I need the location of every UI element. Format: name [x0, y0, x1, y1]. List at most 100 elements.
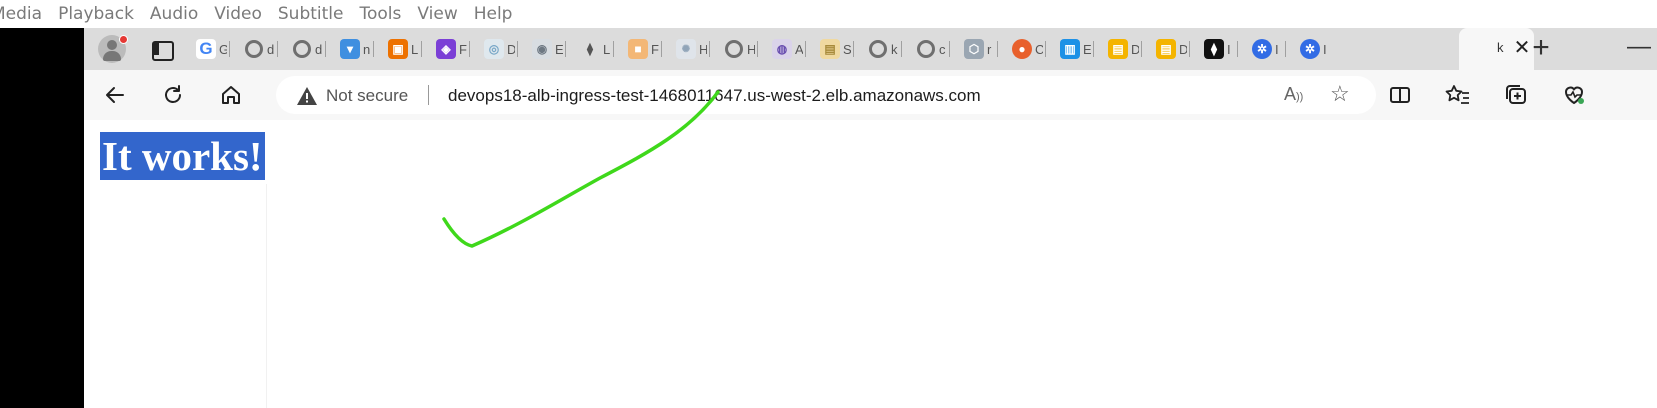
refresh-button[interactable] [156, 78, 190, 112]
github-icon [292, 39, 312, 59]
tab-terraform[interactable]: ⧫ L [580, 34, 614, 64]
tab-kubernetes[interactable]: ✲ I [1252, 34, 1286, 64]
notification-dot [119, 35, 128, 44]
tab-helm[interactable]: ✺ H [676, 34, 710, 64]
tab-github[interactable]: H [724, 34, 758, 64]
tab-title: c [939, 41, 946, 57]
browser-essentials-button[interactable] [1557, 78, 1591, 112]
tab-actions-icon[interactable] [150, 38, 174, 61]
web-page-content: It works! [84, 120, 1657, 408]
menu-help[interactable]: Help [474, 4, 513, 24]
tab-docker[interactable]: ▥ E [1060, 34, 1094, 64]
docs-icon: ▤ [820, 39, 840, 59]
github-icon [244, 39, 264, 59]
new-tab-button[interactable]: + [1525, 32, 1557, 64]
url-text[interactable]: devops18-alb-ingress-test-1468011647.us-… [448, 86, 981, 106]
tab-title: L [411, 41, 419, 57]
tab-github[interactable]: k [868, 34, 902, 64]
tab-package[interactable]: ■ F [628, 34, 662, 64]
tab-title: n [363, 41, 371, 57]
tab-title: k [891, 41, 898, 57]
tab-google[interactable]: G G [196, 34, 230, 64]
page-heading: It works! [100, 132, 265, 180]
menu-audio[interactable]: Audio [150, 4, 198, 24]
video-left-border [0, 28, 84, 408]
tab-hexagon[interactable]: ⬡ r [964, 34, 998, 64]
tab-title: H [699, 41, 707, 57]
cloud-icon: ◍ [772, 39, 792, 59]
read-aloud-icon[interactable]: A)) [1284, 84, 1303, 105]
active-tab[interactable]: k ✕ [1459, 28, 1534, 70]
tab-title: D [507, 41, 515, 57]
home-button[interactable] [214, 78, 248, 112]
menu-view[interactable]: View [417, 4, 457, 24]
docs-icon: ▤ [1156, 39, 1176, 59]
tab-title: D [1131, 41, 1139, 57]
tab-title: E [555, 41, 563, 57]
tab-aws-s3[interactable]: ▾ n [340, 34, 374, 64]
menu-video[interactable]: Video [214, 4, 262, 24]
favorites-button[interactable] [1441, 78, 1475, 112]
github-icon [1467, 39, 1487, 59]
tab-title: G [219, 41, 227, 57]
split-screen-icon [1390, 87, 1410, 103]
package-icon: ■ [628, 39, 648, 59]
tab-kubernetes[interactable]: ✲ I [1300, 34, 1331, 64]
tab-aws-eks[interactable]: ◎ D [484, 34, 518, 64]
tab-firefox[interactable]: ● C [1012, 34, 1046, 64]
address-bar[interactable]: Not secure devops18-alb-ingress-test-146… [276, 76, 1376, 114]
collections-button[interactable] [1499, 78, 1533, 112]
aws-s3-icon: ▾ [340, 39, 360, 59]
tab-docs[interactable]: ▤ D [1108, 34, 1142, 64]
tab-title: d [315, 41, 323, 57]
collections-icon [1506, 85, 1526, 104]
favorite-star-icon[interactable]: ☆ [1330, 81, 1350, 107]
tab-aws-ec2[interactable]: ▣ L [388, 34, 422, 64]
docs-icon: ▤ [1108, 39, 1128, 59]
tab-title: F [651, 41, 659, 57]
menu-tools[interactable]: Tools [359, 4, 401, 24]
refresh-icon [165, 85, 181, 103]
tab-docs[interactable]: ▤ S [820, 34, 854, 64]
github-icon [868, 39, 888, 59]
warning-icon[interactable] [296, 86, 318, 106]
tab-cloud[interactable]: ◍ A [772, 34, 806, 64]
tab-title: C [1035, 41, 1043, 57]
tab-docker[interactable]: ◉ E [532, 34, 566, 64]
tab-title: r [987, 41, 992, 57]
vlc-menu-bar: Media Playback Audio Video Subtitle Tool… [0, 0, 1657, 28]
browser-toolbar: Not secure devops18-alb-ingress-test-146… [84, 70, 1657, 120]
menu-playback[interactable]: Playback [58, 4, 134, 24]
home-icon [222, 86, 240, 104]
tab-title: d [267, 41, 275, 57]
tab-title: A [795, 41, 803, 57]
google-icon: G [196, 39, 216, 59]
menu-subtitle[interactable]: Subtitle [278, 4, 344, 24]
github-icon [916, 39, 936, 59]
tab-title: D [1179, 41, 1187, 57]
menu-media[interactable]: Media [0, 4, 42, 24]
aws-ec2-icon: ▣ [388, 39, 408, 59]
browser-tab-strip: G G d d ▾ n ▣ L ◈ F ◎ D ◉ E ⧫ L ■ F ✺ H … [84, 28, 1657, 70]
content-divider [266, 184, 267, 408]
tab-github[interactable]: c [916, 34, 950, 64]
terraform-icon: ⧫ [1204, 39, 1224, 59]
tab-terraform[interactable]: ⧫ I [1204, 34, 1238, 64]
aws-eks-icon: ◎ [484, 39, 504, 59]
github-icon [724, 39, 744, 59]
back-button[interactable] [98, 78, 132, 112]
tab-title: k [1497, 40, 1504, 55]
minimize-button[interactable]: — [1624, 32, 1654, 64]
docker-icon: ▥ [1060, 39, 1080, 59]
tab-title: L [603, 41, 611, 57]
tab-github[interactable]: d [292, 34, 326, 64]
tab-github[interactable]: d [244, 34, 278, 64]
back-arrow-icon [106, 87, 124, 103]
tab-aws-cognito[interactable]: ◈ F [436, 34, 470, 64]
kubernetes-icon: ✲ [1300, 39, 1320, 59]
favorites-list-icon [1445, 85, 1469, 104]
security-status-label[interactable]: Not secure [326, 86, 408, 106]
tab-docs[interactable]: ▤ D [1156, 34, 1190, 64]
heart-pulse-icon [1564, 86, 1584, 105]
split-screen-button[interactable] [1383, 78, 1417, 112]
